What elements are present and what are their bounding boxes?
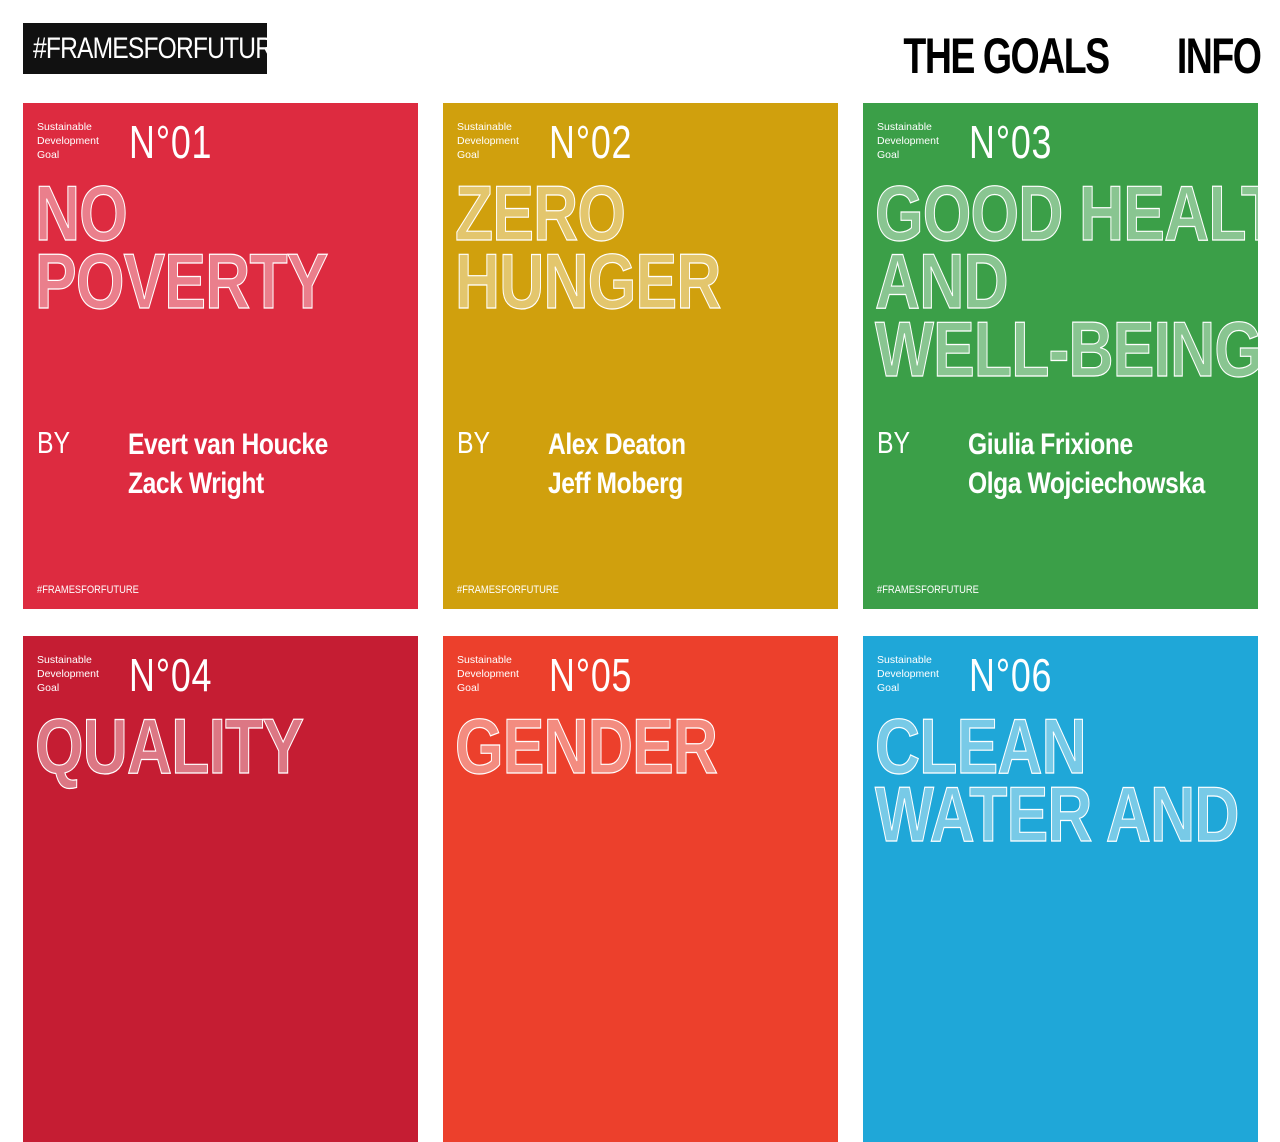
goal-number: N°04	[129, 649, 213, 701]
goal-title-line: GENDER	[455, 702, 719, 790]
author-name: Zack Wright	[128, 467, 264, 500]
author-name: Giulia Frixione	[968, 428, 1133, 461]
goal-title: GOOD HEALTHANDWELL-BEING	[875, 173, 1258, 393]
nav-the-goals[interactable]: THE GOALS	[903, 28, 1110, 84]
author-name: Evert van Houcke	[128, 428, 328, 461]
sdg-label: Sustainable Development Goal	[37, 121, 99, 161]
main-nav: THE GOALS INFO	[835, 28, 1261, 84]
goal-title: QUALITY	[35, 702, 305, 790]
sdg-label: Sustainable Development Goal	[877, 121, 939, 161]
author-name: Olga Wojciechowska	[968, 467, 1205, 500]
by-label: BY	[37, 425, 71, 460]
authors: Evert van Houcke Zack Wright	[128, 425, 328, 503]
authors: Giulia Frixione Olga Wojciechowska	[968, 425, 1205, 503]
goal-title-line: QUALITY	[35, 702, 305, 790]
goal-number: N°02	[549, 116, 633, 168]
nav-info[interactable]: INFO	[1176, 28, 1261, 84]
goal-title-line: HUNGER	[455, 237, 722, 325]
goal-card[interactable]: Sustainable Development Goal N°03 GOOD H…	[863, 103, 1258, 609]
author-name: Alex Deaton	[548, 428, 686, 461]
goal-title: GENDER	[455, 702, 719, 790]
card-hashtag: #FRAMESFORFUTURE	[37, 584, 139, 596]
goal-number: N°05	[549, 649, 633, 701]
site-logo[interactable]: #FRAMESFORFUTURE	[23, 23, 267, 74]
goal-title-line: WATER AND	[875, 770, 1240, 858]
authors: Alex Deaton Jeff Moberg	[548, 425, 686, 503]
goal-number: N°01	[129, 116, 213, 168]
card-hashtag: #FRAMESFORFUTURE	[457, 584, 559, 596]
goal-card[interactable]: Sustainable Development Goal N°05 GENDER	[443, 636, 838, 1142]
goal-card[interactable]: Sustainable Development Goal N°06 CLEAN W…	[863, 636, 1258, 1142]
goal-title: NO POVERTY	[35, 173, 329, 325]
sdg-label: Sustainable Development Goal	[877, 654, 939, 694]
goal-title-line: POVERTY	[35, 237, 329, 325]
goal-number: N°06	[969, 649, 1053, 701]
goal-number: N°03	[969, 116, 1053, 168]
goal-card[interactable]: Sustainable Development Goal N°01 NO POVE…	[23, 103, 418, 609]
author-name: Jeff Moberg	[548, 467, 683, 500]
card-hashtag: #FRAMESFORFUTURE	[877, 584, 979, 596]
goal-title: ZERO HUNGER	[455, 173, 722, 325]
goals-grid: Sustainable Development Goal N°01 NO POVE…	[23, 103, 1258, 1142]
by-label: BY	[877, 425, 911, 460]
goal-title: CLEAN WATER AND	[875, 706, 1240, 858]
sdg-label: Sustainable Development Goal	[457, 121, 519, 161]
logo-text: #FRAMESFORFUTURE	[33, 32, 267, 65]
goal-title-line: WELL-BEING	[875, 305, 1258, 393]
sdg-label: Sustainable Development Goal	[457, 654, 519, 694]
goal-card[interactable]: Sustainable Development Goal N°02 ZERO HU…	[443, 103, 838, 609]
by-label: BY	[457, 425, 491, 460]
goal-card[interactable]: Sustainable Development Goal N°04 QUALIT…	[23, 636, 418, 1142]
sdg-label: Sustainable Development Goal	[37, 654, 99, 694]
